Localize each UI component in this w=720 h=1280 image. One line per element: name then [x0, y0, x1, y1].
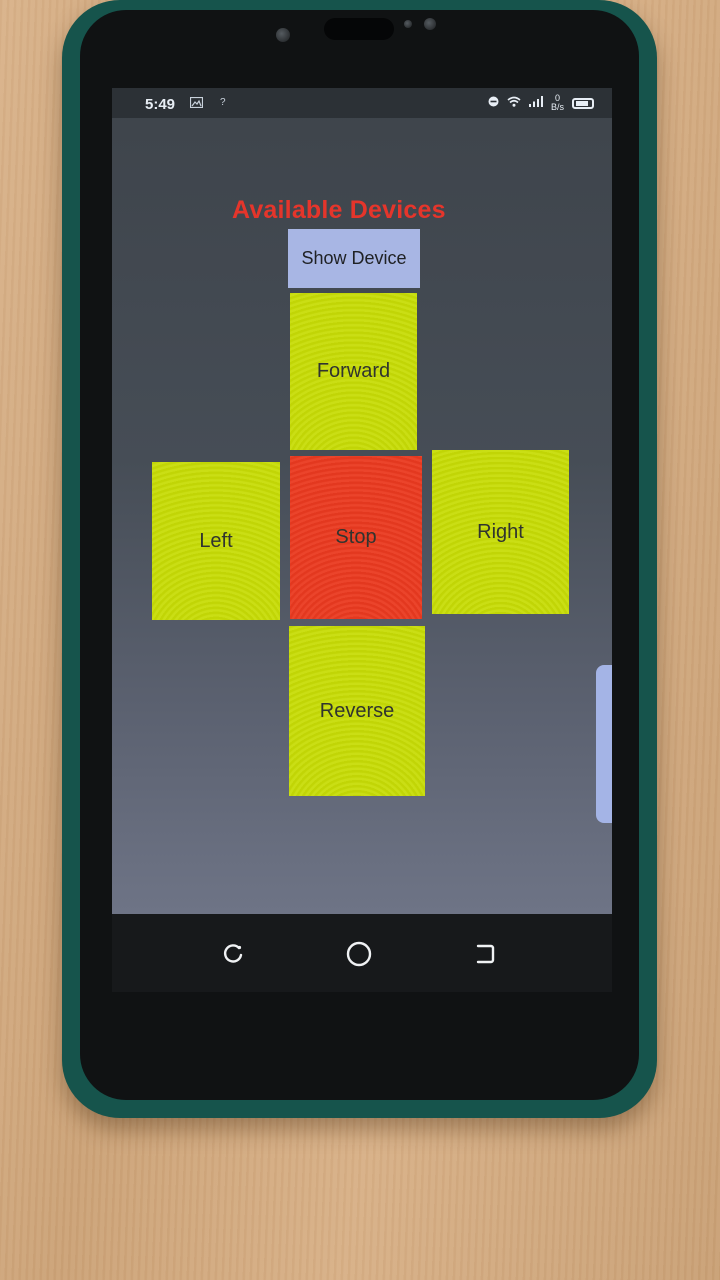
edge-panel-handle[interactable]: [596, 665, 612, 823]
unknown-status-icon: ?: [220, 97, 226, 108]
stop-button[interactable]: Stop: [290, 456, 422, 619]
left-button[interactable]: Left: [152, 462, 280, 620]
status-icons: 0 B/s: [488, 94, 594, 112]
forward-button[interactable]: Forward: [290, 293, 417, 450]
back-icon[interactable]: [471, 940, 499, 968]
status-time: 5:49: [145, 96, 176, 113]
reverse-button[interactable]: Reverse: [289, 626, 425, 796]
home-icon[interactable]: [345, 940, 373, 968]
page-title: Available Devices: [232, 196, 446, 224]
battery-icon: [572, 97, 594, 109]
front-camera-icon: [276, 28, 290, 42]
recent-apps-icon[interactable]: [219, 940, 247, 968]
speaker-notch: [324, 18, 394, 40]
show-device-button[interactable]: Show Device: [288, 229, 420, 288]
image-icon: [189, 96, 204, 111]
status-bar: 5:49 ? 0 B/s: [112, 88, 612, 118]
proximity-sensor-icon: [404, 20, 412, 28]
dnd-icon: [488, 96, 499, 110]
network-speed: 0 B/s: [551, 94, 564, 112]
signal-icon: [528, 96, 543, 110]
wifi-icon: [507, 96, 521, 110]
network-speed-unit: B/s: [550, 102, 564, 112]
app-screen: 5:49 ? 0 B/s Available Devices Show Devi…: [112, 88, 612, 914]
navigation-bar: [112, 914, 612, 992]
right-button[interactable]: Right: [432, 450, 569, 614]
sensor-icon: [424, 18, 436, 30]
